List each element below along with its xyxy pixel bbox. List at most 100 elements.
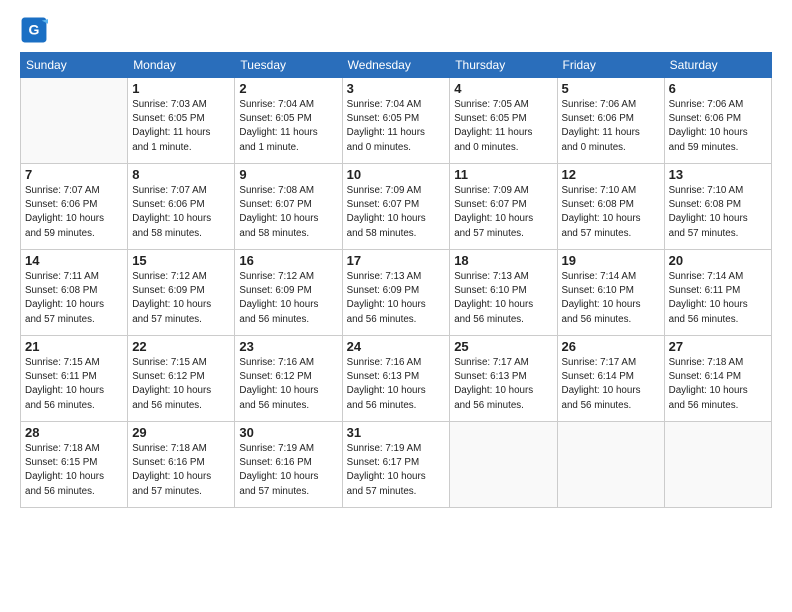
day-info: Sunrise: 7:07 AM Sunset: 6:06 PM Dayligh… <box>25 184 123 241</box>
day-number: 26 <box>562 339 660 354</box>
calendar-cell: 2 Sunrise: 7:04 AM Sunset: 6:05 PM Daylig… <box>235 78 342 164</box>
day-number: 12 <box>562 167 660 182</box>
day-info: Sunrise: 7:06 AM Sunset: 6:06 PM Dayligh… <box>562 98 660 155</box>
calendar-cell: 24 Sunrise: 7:16 AM Sunset: 6:13 PM Dayli… <box>342 336 450 422</box>
calendar-cell: 22 Sunrise: 7:15 AM Sunset: 6:12 PM Dayli… <box>128 336 235 422</box>
calendar-cell: 23 Sunrise: 7:16 AM Sunset: 6:12 PM Dayli… <box>235 336 342 422</box>
day-info: Sunrise: 7:16 AM Sunset: 6:13 PM Dayligh… <box>347 356 446 413</box>
header: G <box>20 16 772 44</box>
calendar-cell: 8 Sunrise: 7:07 AM Sunset: 6:06 PM Daylig… <box>128 164 235 250</box>
day-info: Sunrise: 7:07 AM Sunset: 6:06 PM Dayligh… <box>132 184 230 241</box>
day-number: 19 <box>562 253 660 268</box>
day-info: Sunrise: 7:04 AM Sunset: 6:05 PM Dayligh… <box>347 98 446 155</box>
page: G SundayMondayTuesdayWednesdayThursdayFr… <box>0 0 792 612</box>
calendar-cell: 28Sunrise: 7:18 AM Sunset: 6:15 PM Dayli… <box>21 422 128 508</box>
day-info: Sunrise: 7:17 AM Sunset: 6:13 PM Dayligh… <box>454 356 552 413</box>
calendar-cell: 10 Sunrise: 7:09 AM Sunset: 6:07 PM Dayli… <box>342 164 450 250</box>
day-number: 3 <box>347 81 446 96</box>
day-number: 11 <box>454 167 552 182</box>
calendar-cell: 20Sunrise: 7:14 AM Sunset: 6:11 PM Dayli… <box>664 250 771 336</box>
day-info: Sunrise: 7:18 AM Sunset: 6:16 PM Dayligh… <box>132 442 230 499</box>
day-info: Sunrise: 7:13 AM Sunset: 6:10 PM Dayligh… <box>454 270 552 327</box>
calendar-cell: 7 Sunrise: 7:07 AM Sunset: 6:06 PM Daylig… <box>21 164 128 250</box>
day-number: 5 <box>562 81 660 96</box>
day-number: 9 <box>239 167 337 182</box>
calendar-cell: 30 Sunrise: 7:19 AM Sunset: 6:16 PM Dayli… <box>235 422 342 508</box>
calendar-cell: 14 Sunrise: 7:11 AM Sunset: 6:08 PM Dayli… <box>21 250 128 336</box>
day-number: 8 <box>132 167 230 182</box>
day-number: 30 <box>239 425 337 440</box>
calendar-cell: 21 Sunrise: 7:15 AM Sunset: 6:11 PM Dayli… <box>21 336 128 422</box>
day-number: 10 <box>347 167 446 182</box>
day-number: 4 <box>454 81 552 96</box>
day-number: 16 <box>239 253 337 268</box>
calendar-cell: 27 Sunrise: 7:18 AM Sunset: 6:14 PM Dayli… <box>664 336 771 422</box>
day-number: 14 <box>25 253 123 268</box>
calendar-cell: 12 Sunrise: 7:10 AM Sunset: 6:08 PM Dayli… <box>557 164 664 250</box>
day-number: 2 <box>239 81 337 96</box>
calendar-week-4: 21 Sunrise: 7:15 AM Sunset: 6:11 PM Dayli… <box>21 336 772 422</box>
day-number: 24 <box>347 339 446 354</box>
calendar-cell: 25 Sunrise: 7:17 AM Sunset: 6:13 PM Dayli… <box>450 336 557 422</box>
calendar-cell <box>450 422 557 508</box>
day-number: 27 <box>669 339 767 354</box>
calendar-week-3: 14 Sunrise: 7:11 AM Sunset: 6:08 PM Dayli… <box>21 250 772 336</box>
day-info: Sunrise: 7:03 AM Sunset: 6:05 PM Dayligh… <box>132 98 230 155</box>
day-info: Sunrise: 7:15 AM Sunset: 6:12 PM Dayligh… <box>132 356 230 413</box>
day-number: 25 <box>454 339 552 354</box>
day-number: 18 <box>454 253 552 268</box>
calendar-cell: 17 Sunrise: 7:13 AM Sunset: 6:09 PM Dayli… <box>342 250 450 336</box>
calendar-cell: 5 Sunrise: 7:06 AM Sunset: 6:06 PM Daylig… <box>557 78 664 164</box>
calendar-cell: 19 Sunrise: 7:14 AM Sunset: 6:10 PM Dayli… <box>557 250 664 336</box>
day-info: Sunrise: 7:08 AM Sunset: 6:07 PM Dayligh… <box>239 184 337 241</box>
day-info: Sunrise: 7:06 AM Sunset: 6:06 PM Dayligh… <box>669 98 767 155</box>
day-info: Sunrise: 7:13 AM Sunset: 6:09 PM Dayligh… <box>347 270 446 327</box>
day-number: 7 <box>25 167 123 182</box>
calendar-week-1: 1 Sunrise: 7:03 AM Sunset: 6:05 PM Daylig… <box>21 78 772 164</box>
col-header-monday: Monday <box>128 53 235 78</box>
day-info: Sunrise: 7:09 AM Sunset: 6:07 PM Dayligh… <box>454 184 552 241</box>
calendar-week-5: 28Sunrise: 7:18 AM Sunset: 6:15 PM Dayli… <box>21 422 772 508</box>
day-info: Sunrise: 7:15 AM Sunset: 6:11 PM Dayligh… <box>25 356 123 413</box>
day-info: Sunrise: 7:10 AM Sunset: 6:08 PM Dayligh… <box>562 184 660 241</box>
day-info: Sunrise: 7:04 AM Sunset: 6:05 PM Dayligh… <box>239 98 337 155</box>
day-info: Sunrise: 7:05 AM Sunset: 6:05 PM Dayligh… <box>454 98 552 155</box>
calendar-cell <box>21 78 128 164</box>
calendar-cell: 9 Sunrise: 7:08 AM Sunset: 6:07 PM Daylig… <box>235 164 342 250</box>
calendar-cell: 6 Sunrise: 7:06 AM Sunset: 6:06 PM Daylig… <box>664 78 771 164</box>
calendar-cell: 31Sunrise: 7:19 AM Sunset: 6:17 PM Dayli… <box>342 422 450 508</box>
day-number: 6 <box>669 81 767 96</box>
day-info: Sunrise: 7:19 AM Sunset: 6:17 PM Dayligh… <box>347 442 446 499</box>
day-number: 23 <box>239 339 337 354</box>
day-number: 17 <box>347 253 446 268</box>
calendar-header-row: SundayMondayTuesdayWednesdayThursdayFrid… <box>21 53 772 78</box>
col-header-saturday: Saturday <box>664 53 771 78</box>
day-info: Sunrise: 7:18 AM Sunset: 6:14 PM Dayligh… <box>669 356 767 413</box>
day-info: Sunrise: 7:12 AM Sunset: 6:09 PM Dayligh… <box>239 270 337 327</box>
logo: G <box>20 16 52 44</box>
col-header-friday: Friday <box>557 53 664 78</box>
day-number: 29 <box>132 425 230 440</box>
day-number: 22 <box>132 339 230 354</box>
day-info: Sunrise: 7:11 AM Sunset: 6:08 PM Dayligh… <box>25 270 123 327</box>
calendar-cell <box>557 422 664 508</box>
day-number: 1 <box>132 81 230 96</box>
day-info: Sunrise: 7:17 AM Sunset: 6:14 PM Dayligh… <box>562 356 660 413</box>
calendar-cell: 4 Sunrise: 7:05 AM Sunset: 6:05 PM Daylig… <box>450 78 557 164</box>
day-number: 13 <box>669 167 767 182</box>
calendar-cell: 26 Sunrise: 7:17 AM Sunset: 6:14 PM Dayli… <box>557 336 664 422</box>
day-number: 21 <box>25 339 123 354</box>
day-info: Sunrise: 7:14 AM Sunset: 6:10 PM Dayligh… <box>562 270 660 327</box>
calendar-cell: 29 Sunrise: 7:18 AM Sunset: 6:16 PM Dayli… <box>128 422 235 508</box>
logo-icon: G <box>20 16 48 44</box>
day-info: Sunrise: 7:19 AM Sunset: 6:16 PM Dayligh… <box>239 442 337 499</box>
day-info: Sunrise: 7:14 AM Sunset: 6:11 PM Dayligh… <box>669 270 767 327</box>
calendar-cell: 16 Sunrise: 7:12 AM Sunset: 6:09 PM Dayli… <box>235 250 342 336</box>
day-info: Sunrise: 7:10 AM Sunset: 6:08 PM Dayligh… <box>669 184 767 241</box>
day-info: Sunrise: 7:09 AM Sunset: 6:07 PM Dayligh… <box>347 184 446 241</box>
day-info: Sunrise: 7:16 AM Sunset: 6:12 PM Dayligh… <box>239 356 337 413</box>
calendar-cell: 11 Sunrise: 7:09 AM Sunset: 6:07 PM Dayli… <box>450 164 557 250</box>
col-header-thursday: Thursday <box>450 53 557 78</box>
col-header-tuesday: Tuesday <box>235 53 342 78</box>
calendar-cell <box>664 422 771 508</box>
